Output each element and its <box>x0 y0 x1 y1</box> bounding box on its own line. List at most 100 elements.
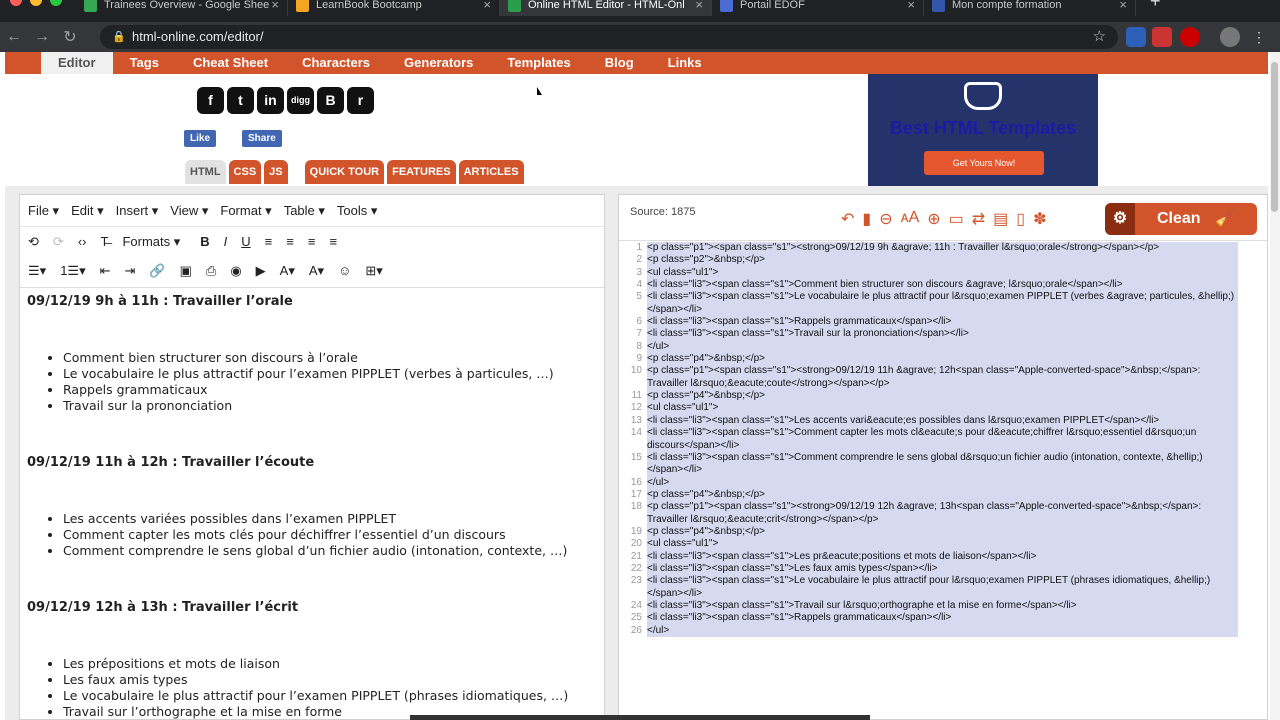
back-icon[interactable]: ← <box>0 28 28 46</box>
close-tab-icon[interactable]: × <box>1119 0 1127 12</box>
close-tab-icon[interactable]: × <box>271 0 279 12</box>
media-icon[interactable]: ▶ <box>256 263 266 279</box>
wrap-icon[interactable]: ▭ <box>949 209 964 229</box>
code-line[interactable]: <li class="li3"><span class="s1">Les pr&… <box>647 551 1238 563</box>
wysiwyg-editor[interactable]: File ▾ Edit ▾ Insert ▾ View ▾ Format ▾ Table … <box>19 194 606 720</box>
scrollbar-thumb[interactable] <box>1271 62 1278 212</box>
clean-button[interactable]: ⚙ Clean 🧹 <box>1105 203 1257 235</box>
url-bar[interactable]: 🔒 html-online.com/editor/ ☆ <box>100 25 1118 49</box>
italic-icon[interactable]: I <box>224 234 228 249</box>
code-line[interactable]: </ul> <box>647 625 1238 637</box>
code-line[interactable]: <li class="li3"><span class="s1">Le voca… <box>647 291 1238 316</box>
new-tab-icon[interactable]: + <box>1150 0 1161 12</box>
nav-item-blog[interactable]: Blog <box>588 52 651 74</box>
close-window-icon[interactable] <box>10 0 22 6</box>
code-line[interactable]: <p class="p4">&nbsp;</p> <box>647 353 1238 365</box>
nav-item-tags[interactable]: Tags <box>113 52 176 74</box>
forward-icon[interactable]: → <box>28 28 56 46</box>
bookmark-star-icon[interactable]: ☆ <box>1093 25 1106 49</box>
code-line[interactable]: <p class="p1"><span class="s1"><strong>0… <box>647 242 1238 254</box>
facebook-share-button[interactable]: Share <box>242 130 282 147</box>
menu-insert[interactable]: Insert ▾ <box>116 203 159 219</box>
align-left-icon[interactable]: ≡ <box>265 234 273 249</box>
print-icon[interactable]: ⎙ <box>206 263 216 279</box>
code-line[interactable]: <li class="li3"><span class="s1">Le voca… <box>647 575 1238 600</box>
source-code[interactable]: 1 2 3 4 5 6 7 8 9 10 11 12 13 14 15 16 17 18 19 20 21 22 23 24 2… <box>619 242 1267 720</box>
nav-item-cheat-sheet[interactable]: Cheat Sheet <box>176 52 285 74</box>
code-line[interactable]: <li class="li3"><span class="s1">Comment… <box>647 427 1238 452</box>
code-line[interactable]: <p class="p1"><span class="s1"><strong>0… <box>647 365 1238 390</box>
mouse-icon[interactable]: ▯ <box>1016 209 1025 229</box>
nav-item-characters[interactable]: Characters <box>285 52 387 74</box>
code-lines[interactable]: <p class="p1"><span class="s1"><strong>0… <box>647 242 1238 637</box>
emoticons-icon[interactable]: ☺ <box>338 263 351 278</box>
maximize-window-icon[interactable] <box>50 0 62 6</box>
blogger-icon[interactable]: B <box>317 87 344 114</box>
reddit-icon[interactable]: r <box>347 87 374 114</box>
justify-icon[interactable]: ≡ <box>329 234 337 249</box>
menu-file[interactable]: File ▾ <box>28 203 59 219</box>
code-line[interactable]: </ul> <box>647 477 1238 489</box>
formats-dropdown[interactable]: Formats ▾ <box>122 234 180 250</box>
minimize-window-icon[interactable] <box>30 0 42 6</box>
clear-format-icon[interactable]: T̶ <box>100 234 108 249</box>
close-tab-icon[interactable]: × <box>907 0 915 12</box>
close-tab-icon[interactable]: × <box>695 0 703 12</box>
source-editor[interactable]: Source: 1875 ↶ ▮ ⊖ ᴀA ⊕ ▭ ⇄ ▤ ▯ ✽ ⚙ Clea… <box>618 194 1268 720</box>
palette-icon[interactable]: ✽ <box>1033 209 1046 229</box>
menu-tools[interactable]: Tools ▾ <box>337 203 378 219</box>
indent-icon[interactable]: ⇥ <box>125 263 136 279</box>
tab-features[interactable]: FEATURES <box>387 160 456 184</box>
code-line[interactable]: <p class="p2">&nbsp;</p> <box>647 254 1238 266</box>
avatar[interactable] <box>1220 27 1240 47</box>
extension-icon[interactable] <box>1126 27 1146 47</box>
menu-table[interactable]: Table ▾ <box>284 203 325 219</box>
ad-banner[interactable]: Best HTML Templates Get Yours Now! <box>868 74 1098 186</box>
facebook-like-button[interactable]: Like <box>184 130 217 147</box>
browser-tab[interactable]: Portail EDOF × <box>712 0 924 16</box>
code-line[interactable]: <p class="p4">&nbsp;</p> <box>647 526 1238 538</box>
menu-edit[interactable]: Edit ▾ <box>71 203 104 219</box>
ad-button[interactable]: Get Yours Now! <box>924 151 1044 175</box>
menu-format[interactable]: Format ▾ <box>220 203 271 219</box>
code-line[interactable]: <ul class="ul1"> <box>647 267 1238 279</box>
tab-html[interactable]: HTML <box>185 160 226 184</box>
table-icon[interactable]: ⊞▾ <box>365 263 382 279</box>
browser-tab[interactable]: Mon compte formation × <box>924 0 1136 16</box>
reload-icon[interactable]: ↻ <box>56 27 84 47</box>
underline-icon[interactable]: U <box>241 234 250 249</box>
editor-content[interactable]: 09/12/19 9h à 11h : Travailler l’orale Co… <box>20 287 606 719</box>
plus-icon[interactable]: ⊕ <box>927 209 940 229</box>
image-icon[interactable]: ▣ <box>180 263 192 279</box>
preview-icon[interactable]: ◉ <box>230 263 241 279</box>
menu-view[interactable]: View ▾ <box>170 203 208 219</box>
digg-icon[interactable]: digg <box>287 87 314 114</box>
bold-icon[interactable]: B <box>200 234 209 249</box>
browser-tab[interactable]: Trainees Overview - Google Shee × <box>76 0 288 16</box>
code-line[interactable]: <p class="p4">&nbsp;</p> <box>647 390 1238 402</box>
align-right-icon[interactable]: ≡ <box>308 234 316 249</box>
code-line[interactable]: <ul class="ul1"> <box>647 402 1238 414</box>
code-line[interactable]: <li class="li3"><span class="s1">Rappels… <box>647 316 1238 328</box>
nav-item-links[interactable]: Links <box>651 52 719 74</box>
code-line[interactable]: </ul> <box>647 341 1238 353</box>
background-color-icon[interactable]: A▾ <box>309 263 324 279</box>
code-line[interactable]: <li class="li3"><span class="s1">Les fau… <box>647 563 1238 575</box>
code-line[interactable]: <li class="li3"><span class="s1">Rappels… <box>647 612 1238 624</box>
linkedin-icon[interactable]: in <box>257 87 284 114</box>
align-center-icon[interactable]: ≡ <box>286 234 294 249</box>
close-tab-icon[interactable]: × <box>483 0 491 12</box>
outdent-icon[interactable]: ⇤ <box>100 263 111 279</box>
extension-icon[interactable] <box>1152 27 1172 47</box>
minus-icon[interactable]: ⊖ <box>879 209 892 229</box>
adblock-icon[interactable] <box>1180 27 1200 47</box>
font-size-icon[interactable]: ᴀA <box>901 209 920 229</box>
browser-tab[interactable]: Online HTML Editor - HTML-Onl × <box>500 0 712 16</box>
tab-js[interactable]: JS <box>264 160 288 184</box>
code-icon[interactable]: ‹› <box>78 234 87 249</box>
code-line[interactable]: <li class="li3"><span class="s1">Travail… <box>647 328 1238 340</box>
resize-handle[interactable] <box>410 715 870 720</box>
facebook-icon[interactable]: f <box>197 87 224 114</box>
text-color-icon[interactable]: A▾ <box>280 263 295 279</box>
undo-icon[interactable]: ↶ <box>841 209 854 229</box>
